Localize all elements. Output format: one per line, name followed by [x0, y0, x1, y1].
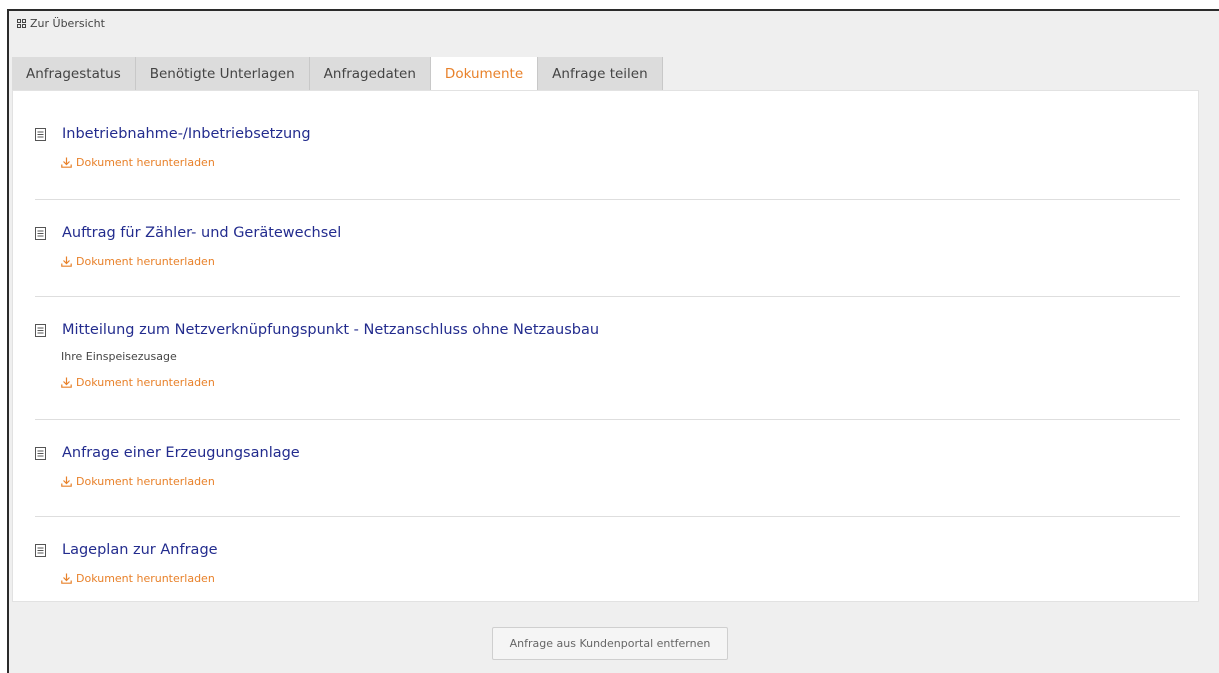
document-title: Auftrag für Zähler- und Gerätewechsel — [62, 225, 342, 241]
download-label: Dokument herunterladen — [76, 376, 215, 389]
document-title: Anfrage einer Erzeugungsanlage — [62, 445, 300, 461]
document-icon — [35, 446, 46, 460]
download-link[interactable]: Dokument herunterladen — [61, 255, 1180, 268]
download-icon — [61, 573, 72, 584]
download-label: Dokument herunterladen — [76, 156, 215, 169]
document-title-link[interactable]: Lageplan zur Anfrage — [35, 542, 1180, 558]
document-title-link[interactable]: Mitteilung zum Netzverknüpfungspunkt - N… — [35, 322, 1180, 338]
document-subtitle: Ihre Einspeisezusage — [61, 350, 177, 363]
remove-request-button[interactable]: Anfrage aus Kundenportal entfernen — [492, 627, 728, 660]
download-icon — [61, 256, 72, 267]
document-title-link[interactable]: Inbetriebnahme-/Inbetriebsetzung — [35, 126, 1180, 142]
download-link[interactable]: Dokument herunterladen — [61, 156, 1180, 169]
document-title-link[interactable]: Auftrag für Zähler- und Gerätewechsel — [35, 225, 1180, 241]
tab-anfragedaten[interactable]: Anfragedaten — [309, 57, 431, 90]
download-label: Dokument herunterladen — [76, 475, 215, 488]
document-item: Inbetriebnahme-/Inbetriebsetzung Dokumen… — [35, 113, 1180, 200]
document-title-link[interactable]: Anfrage einer Erzeugungsanlage — [35, 445, 1180, 461]
download-link[interactable]: Dokument herunterladen — [61, 475, 1180, 488]
grid-icon — [17, 19, 26, 28]
tab-anfrage-teilen[interactable]: Anfrage teilen — [538, 57, 663, 90]
download-icon — [61, 476, 72, 487]
download-link[interactable]: Dokument herunterladen — [61, 376, 1180, 389]
document-title: Lageplan zur Anfrage — [62, 542, 218, 558]
download-label: Dokument herunterladen — [76, 572, 215, 585]
download-icon — [61, 157, 72, 168]
document-item: Lageplan zur Anfrage Dokument herunterla… — [35, 517, 1180, 601]
document-item: Mitteilung zum Netzverknüpfungspunkt - N… — [35, 297, 1180, 420]
document-title: Inbetriebnahme-/Inbetriebsetzung — [62, 126, 311, 142]
document-icon — [35, 543, 46, 557]
tab-dokumente[interactable]: Dokumente — [430, 57, 539, 90]
download-icon — [61, 377, 72, 388]
document-item: Auftrag für Zähler- und Gerätewechsel Do… — [35, 200, 1180, 297]
document-icon — [35, 127, 46, 141]
download-link[interactable]: Dokument herunterladen — [61, 572, 1180, 585]
tab-bar: Anfragestatus Benötigte Unterlagen Anfra… — [12, 57, 663, 90]
download-label: Dokument herunterladen — [76, 255, 215, 268]
back-link-label: Zur Übersicht — [30, 17, 105, 30]
tab-benoetigte-unterlagen[interactable]: Benötigte Unterlagen — [135, 57, 310, 90]
document-icon — [35, 226, 46, 240]
documents-panel: Inbetriebnahme-/Inbetriebsetzung Dokumen… — [12, 90, 1199, 602]
tab-anfragestatus[interactable]: Anfragestatus — [12, 57, 136, 90]
document-item: Anfrage einer Erzeugungsanlage Dokument … — [35, 420, 1180, 517]
document-icon — [35, 323, 46, 337]
document-title: Mitteilung zum Netzverknüpfungspunkt - N… — [62, 322, 600, 338]
back-to-overview-link[interactable]: Zur Übersicht — [17, 17, 105, 30]
